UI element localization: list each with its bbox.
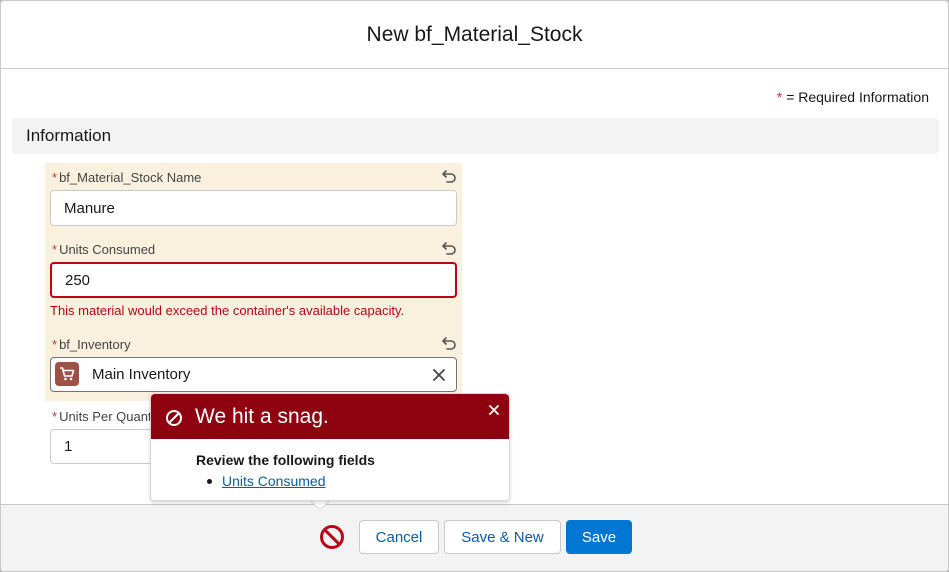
- undo-icon[interactable]: [441, 168, 457, 184]
- modal-header: New bf_Material_Stock: [1, 1, 948, 69]
- modal-title: New bf_Material_Stock: [366, 22, 583, 46]
- field-label-text: Units Consumed: [59, 242, 156, 257]
- units-consumed-value: 250: [65, 271, 91, 289]
- name-input-value: Manure: [64, 199, 115, 217]
- popover-body-title: Review the following fields: [196, 452, 375, 468]
- units-consumed-error-link[interactable]: Units Consumed: [222, 473, 326, 489]
- field-label-name: * bf_Material_Stock Name: [52, 170, 201, 185]
- name-input[interactable]: Manure: [50, 190, 457, 226]
- required-star: *: [52, 409, 58, 424]
- units-per-quantity-value: 1: [64, 438, 73, 455]
- save-and-new-button[interactable]: Save & New: [444, 520, 561, 554]
- inventory-lookup-value: Main Inventory: [92, 366, 191, 383]
- required-information-note: * = Required Information: [777, 89, 929, 105]
- modal-footer: Cancel Save & New Save: [1, 504, 948, 571]
- ban-icon: [166, 410, 182, 426]
- clear-icon[interactable]: [432, 368, 446, 382]
- field-label-units-consumed: * Units Consumed: [52, 242, 155, 257]
- error-popover: We hit a snag. Review the following fiel…: [150, 393, 510, 501]
- popover-header: We hit a snag.: [151, 394, 509, 439]
- undo-icon[interactable]: [441, 335, 457, 351]
- field-label-inventory: * bf_Inventory: [52, 337, 131, 352]
- popover-title: We hit a snag.: [195, 405, 329, 428]
- field-label-text: bf_Material_Stock Name: [59, 170, 202, 185]
- popover-field-list: Units Consumed: [207, 473, 326, 489]
- modal: New bf_Material_Stock * = Required Inform…: [0, 0, 949, 572]
- required-information-text: = Required Information: [786, 89, 929, 105]
- inventory-lookup[interactable]: Main Inventory: [50, 357, 457, 392]
- required-star: *: [52, 242, 58, 257]
- field-error-message: This material would exceed the container…: [50, 303, 405, 318]
- cart-icon: [55, 362, 79, 386]
- section-title: Information: [26, 126, 112, 145]
- required-star: *: [52, 170, 58, 185]
- field-label-text: Units Per Quant: [59, 409, 152, 424]
- list-bullet: [207, 478, 212, 484]
- close-icon[interactable]: [487, 403, 501, 417]
- undo-icon[interactable]: [441, 240, 457, 256]
- field-label-text: bf_Inventory: [59, 337, 131, 352]
- required-star: *: [52, 337, 58, 352]
- cancel-button[interactable]: Cancel: [359, 520, 439, 554]
- error-ban-icon[interactable]: [319, 524, 345, 550]
- units-consumed-input[interactable]: 250: [50, 262, 457, 298]
- required-star: *: [776, 89, 783, 105]
- save-button[interactable]: Save: [566, 520, 632, 554]
- section-header-information[interactable]: Information: [12, 118, 939, 154]
- field-label-units-per-quantity: * Units Per Quant: [52, 409, 152, 424]
